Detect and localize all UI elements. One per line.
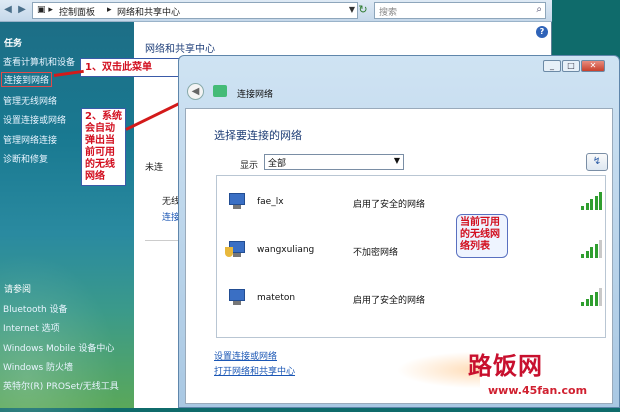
network-name: wangxuliang [257,245,315,255]
signal-bar [599,288,602,306]
show-label: 显示 [240,161,259,171]
breadcrumb-control-panel[interactable]: 控制面板 [59,5,95,18]
watermark-url: www.45fan.com [488,384,588,397]
sidebar-link-windows-mobile[interactable]: Windows Mobile 设备中心 [3,341,114,354]
network-security: 启用了安全的网络 [353,200,426,210]
refresh-icon[interactable]: ↻ [356,3,370,17]
unsecured-network-icon [225,241,247,259]
help-icon[interactable]: ? [536,26,548,38]
dialog-header: ◀ 连接网络 [185,80,615,102]
signal-bar [581,206,584,210]
signal-bar [581,302,584,306]
page-title: 网络和共享中心 [145,44,215,55]
refresh-icon: ↯ [592,156,602,167]
wireless-network-icon [225,289,247,307]
signal-bar [590,247,593,258]
network-security: 启用了安全的网络 [353,296,426,306]
chevron-down-icon: ▼ [393,156,400,165]
network-row[interactable]: mateton 启用了安全的网络 [217,280,607,318]
signal-bar [594,195,598,210]
address-field[interactable]: ▣ ▸ 控制面板 ▸ 网络和共享中心 ▼ [32,2,358,19]
annotation-double-click: 1、双击此菜单 [80,58,186,77]
wing-decoration [390,350,480,390]
signal-bar [599,240,602,258]
folder-icon: ▣ ▸ [37,5,53,15]
network-status-fragment: 未连 [145,163,164,173]
back-arrow-icon[interactable]: ◀ [2,4,14,16]
open-network-center-link[interactable]: 打开网络和共享中心 [214,364,295,377]
signal-bar [599,192,602,210]
network-row[interactable]: wangxuliang 不加密网络 [217,232,607,270]
sidebar-item-diagnose[interactable]: 诊断和修复 [3,152,48,165]
search-placeholder: 搜索 [379,8,398,18]
signal-bar [590,295,593,306]
network-security: 不加密网络 [353,248,399,258]
maximize-icon[interactable]: □ [562,60,580,72]
annotation-network-list: 当前可用的无线网络列表 [456,214,508,258]
signal-bar [581,254,584,258]
tasks-heading: 任务 [4,39,23,49]
signal-strength-icon [581,288,605,306]
signal-bar [585,202,589,210]
sidebar-item-connect-network[interactable]: 连接到网络 [1,72,53,87]
sidebar-link-proset[interactable]: 英特尔(R) PROSet/无线工具 [3,379,119,392]
wireless-network-icon [225,193,247,211]
see-also-heading: 请参阅 [4,285,32,295]
dialog-links: 设置连接或网络 打开网络和共享中心 [214,349,295,379]
sidebar-item-setup-connection[interactable]: 设置连接或网络 [3,113,66,126]
search-input[interactable]: 搜索 ⌕ [374,2,546,19]
network-list: fae_lx 启用了安全的网络 wangxuliang 不加密网络 mateto… [216,175,606,338]
signal-bar [585,250,589,258]
back-button[interactable]: ◀ [187,83,204,100]
watermark-logo: 路饭网 www.45fan.com [390,346,618,404]
window-controls: _ □ ✕ [542,60,605,72]
signal-bar [590,199,593,210]
network-row[interactable]: fae_lx 启用了安全的网络 [217,184,607,222]
address-bar: ◀ ▶ ▣ ▸ 控制面板 ▸ 网络和共享中心 ▼ ↻ 搜索 ⌕ [0,0,552,22]
show-filter-select[interactable]: 全部 ▼ [264,154,404,170]
signal-bar [594,291,598,306]
watermark-brand: 路饭网 [468,352,543,380]
dialog-header-title: 连接网络 [237,90,274,100]
breadcrumb-network-center[interactable]: 网络和共享中心 [117,5,180,18]
breadcrumb-separator-icon: ▸ [107,5,112,15]
signal-bar [585,298,589,306]
network-name: fae_lx [257,197,284,207]
dialog-title: 选择要连接的网络 [214,129,302,142]
search-icon[interactable]: ⌕ [536,4,542,15]
sidebar-item-manage-wireless[interactable]: 管理无线网络 [3,94,57,107]
sidebar-link-bluetooth[interactable]: Bluetooth 设备 [3,302,68,315]
minimize-icon[interactable]: _ [543,60,561,72]
chevron-down-icon[interactable]: ▼ [349,5,355,14]
signal-bar [594,243,598,258]
network-name: mateton [257,293,296,303]
sidebar-link-firewall[interactable]: Windows 防火墙 [3,360,73,373]
signal-strength-icon [581,240,605,258]
sidebar-item-view-computers[interactable]: 查看计算机和设备 [3,55,75,68]
signal-strength-icon [581,192,605,210]
network-icon [213,85,227,97]
show-filter-value: 全部 [268,159,287,169]
setup-connection-link[interactable]: 设置连接或网络 [214,349,295,362]
close-icon[interactable]: ✕ [581,60,605,72]
sidebar-item-manage-connections[interactable]: 管理网络连接 [3,133,57,146]
forward-arrow-icon[interactable]: ▶ [16,4,28,16]
refresh-networks-button[interactable]: ↯ [586,153,608,171]
sidebar-link-internet-options[interactable]: Internet 选项 [3,321,60,334]
annotation-popup-list: 2、系统会自动弹出当前可用的无线网络 [81,108,126,186]
task-sidebar: 任务 查看计算机和设备 连接到网络 管理无线网络 设置连接或网络 管理网络连接 … [0,22,134,412]
